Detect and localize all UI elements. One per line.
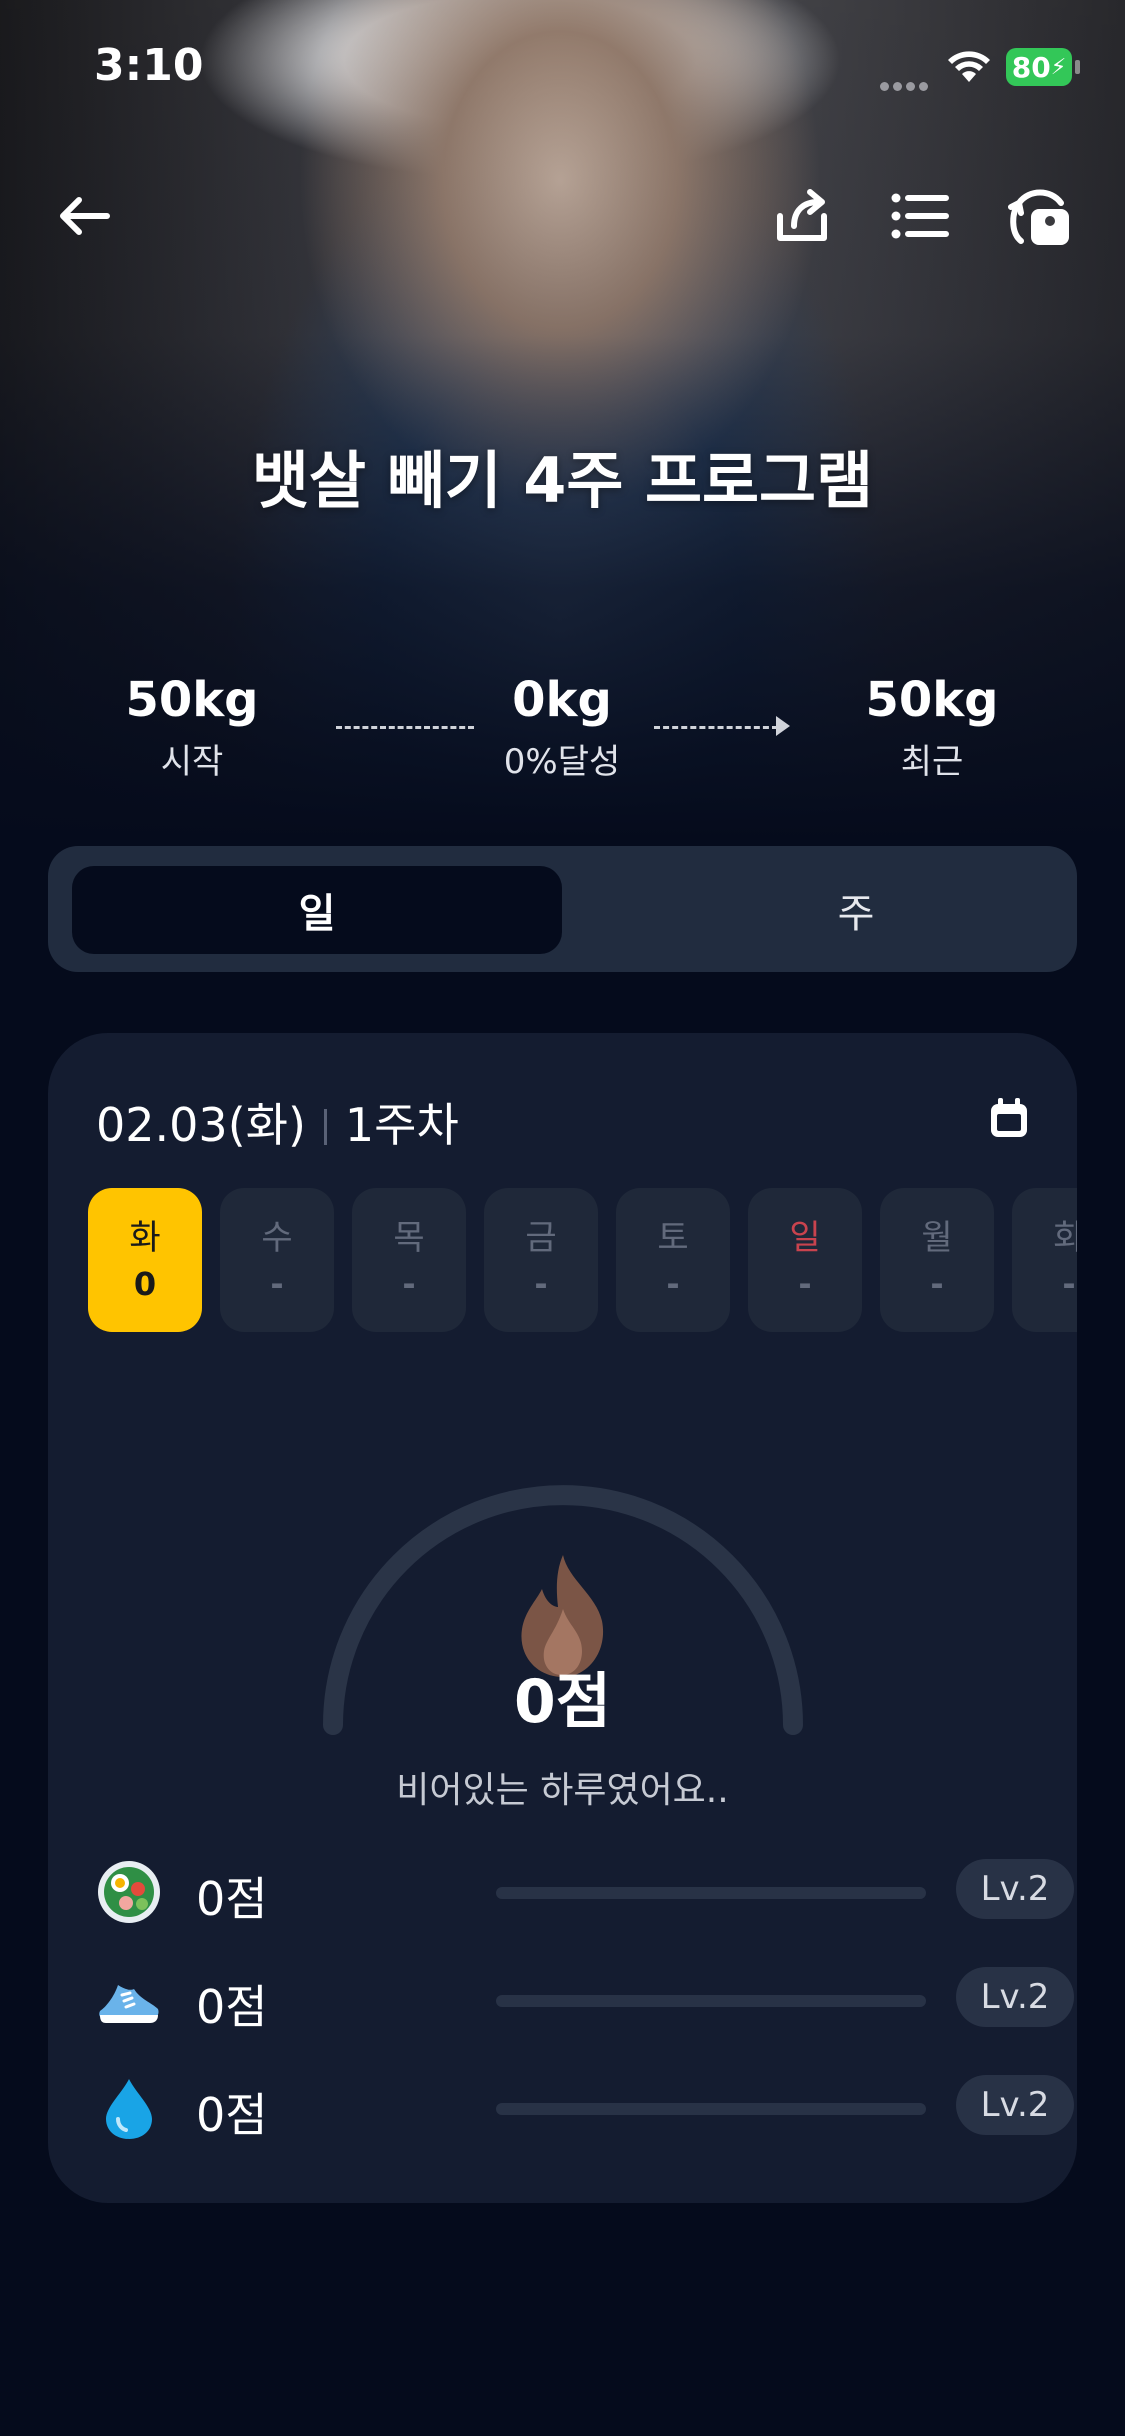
sneaker-icon: [96, 1967, 162, 2033]
cellular-signal-icon: [880, 76, 932, 91]
date-divider: [323, 1109, 327, 1145]
program-title: 뱃살 빼기 4주 프로그램: [251, 444, 874, 517]
battery-icon: 80 ⚡: [1006, 48, 1072, 86]
day-chip-label: 월: [921, 1218, 953, 1258]
daily-message: 비어있는 하루였어요..: [396, 1770, 729, 1811]
weight-progress: 50kg 시작 0kg 0%달성 50kg 최근: [0, 672, 1125, 792]
day-chip-score: -: [1062, 1265, 1076, 1303]
date-header: 02.03(화) 1주차: [96, 1089, 459, 1155]
water-metric-row[interactable]: 0점 Lv.2: [96, 2075, 1074, 2142]
day-chip[interactable]: 토 -: [616, 1188, 730, 1332]
diet-progress-bar: [496, 1887, 926, 1899]
diet-metric-row[interactable]: 0점 Lv.2: [96, 1859, 1074, 1926]
recent-weight-label: 최근: [900, 742, 964, 782]
day-chip-score: -: [270, 1265, 284, 1303]
selected-date: 02.03(화): [96, 1098, 306, 1152]
day-chip[interactable]: 화 -: [1012, 1188, 1077, 1332]
tab-weekly[interactable]: 주: [611, 866, 1101, 954]
diet-points: 0점: [196, 1872, 268, 1926]
status-bar: 3:10 80 ⚡: [0, 0, 1125, 140]
day-chip-label: 일: [789, 1218, 821, 1258]
exercise-points: 0점: [196, 1980, 268, 2034]
recent-weight-value: 50kg: [865, 672, 999, 728]
recent-weight: 50kg 최근: [822, 672, 1042, 783]
start-weight: 50kg 시작: [82, 672, 302, 783]
day-selector: 화 0 수 - 목 - 금 - 토 - 일 - 월 - 화 -: [88, 1188, 1077, 1332]
day-chip-score: -: [930, 1265, 944, 1303]
arrow-left-icon: [60, 197, 110, 235]
day-chip[interactable]: 수 -: [220, 1188, 334, 1332]
period-segmented-control: 일 주: [48, 846, 1077, 972]
salad-icon: [96, 1859, 162, 1925]
status-time: 3:10: [94, 40, 204, 91]
water-drop-icon: [96, 2075, 162, 2141]
scale-icon: [1008, 189, 1069, 245]
day-chip-label: 화: [129, 1218, 161, 1258]
exercise-progress-bar: [496, 1995, 926, 2007]
wifi-icon: [946, 48, 992, 88]
day-chip-score: -: [798, 1265, 812, 1303]
day-chip-label: 토: [657, 1218, 689, 1258]
calendar-icon: [991, 1098, 1027, 1137]
day-chip-score: -: [666, 1265, 680, 1303]
back-button[interactable]: [48, 180, 120, 252]
progress-dash-right: [654, 726, 778, 729]
start-weight-value: 50kg: [125, 672, 259, 728]
start-weight-label: 시작: [160, 742, 224, 782]
day-chip[interactable]: 일 -: [748, 1188, 862, 1332]
weigh-in-button[interactable]: [1004, 180, 1076, 252]
day-chip[interactable]: 금 -: [484, 1188, 598, 1332]
exercise-metric-row[interactable]: 0점 Lv.2: [96, 1967, 1074, 2034]
diet-level-badge: Lv.2: [956, 1859, 1074, 1919]
list-icon: [891, 193, 949, 239]
day-chip-score: -: [402, 1265, 416, 1303]
share-button[interactable]: [766, 180, 838, 252]
day-chip-label: 화: [1053, 1218, 1077, 1258]
share-icon: [777, 189, 827, 241]
top-navigation: [0, 170, 1125, 260]
calendar-button[interactable]: [989, 1097, 1029, 1143]
battery-level: 80: [1011, 50, 1051, 84]
week-number: 1주차: [344, 1098, 459, 1152]
achieved-percent-label: 0%달성: [503, 742, 621, 782]
exercise-level-badge: Lv.2: [956, 1967, 1074, 2027]
achieved-weight: 0kg 0%달성: [452, 672, 672, 783]
day-chip-score: 0: [133, 1265, 157, 1303]
day-chip[interactable]: 목 -: [352, 1188, 466, 1332]
day-chip-label: 목: [393, 1218, 425, 1258]
tab-daily[interactable]: 일: [72, 866, 562, 954]
progress-arrow-icon: [776, 716, 790, 736]
daily-summary-card: 02.03(화) 1주차 화 0 수 - 목 - 금 - 토 - 일 - 월 -…: [48, 1033, 1077, 2203]
achieved-weight-value: 0kg: [512, 672, 612, 728]
water-progress-bar: [496, 2103, 926, 2115]
day-chip-label: 수: [261, 1218, 293, 1258]
day-chip[interactable]: 월 -: [880, 1188, 994, 1332]
day-chip[interactable]: 화 0: [88, 1188, 202, 1332]
battery-cap: [1075, 60, 1080, 74]
day-chip-score: -: [534, 1265, 548, 1303]
water-points: 0점: [196, 2088, 268, 2142]
water-level-badge: Lv.2: [956, 2075, 1074, 2135]
day-chip-label: 금: [525, 1218, 557, 1258]
list-button[interactable]: [884, 180, 956, 252]
daily-score: 0점: [514, 1667, 611, 1737]
